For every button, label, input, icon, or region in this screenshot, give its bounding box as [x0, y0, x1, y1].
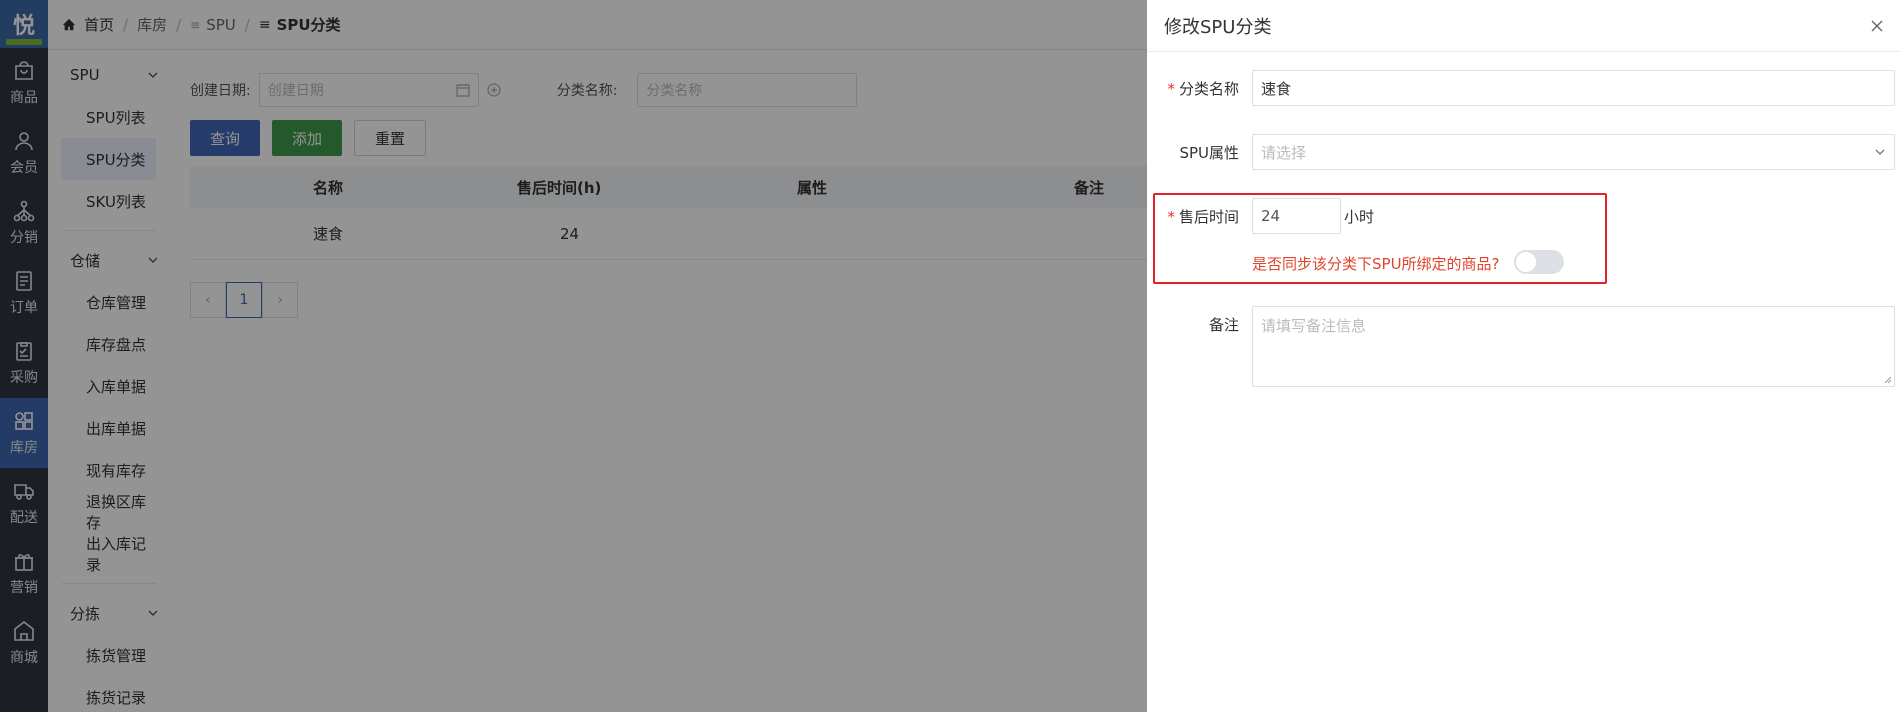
after-sale-input[interactable]: 24	[1252, 198, 1341, 234]
modal-overlay[interactable]	[0, 0, 1147, 712]
after-sale-field-label: * 售后时间	[1147, 206, 1239, 227]
drawer-header: 修改SPU分类	[1147, 0, 1901, 52]
remark-textarea[interactable]: 请填写备注信息	[1252, 306, 1895, 387]
remark-field-label: 备注	[1208, 315, 1239, 334]
attr-select[interactable]: 请选择	[1252, 134, 1895, 170]
toggle-knob	[1516, 252, 1536, 272]
required-mark: *	[1167, 207, 1175, 226]
attr-field-label: SPU属性	[1179, 143, 1239, 162]
name-field-value: 速食	[1261, 79, 1292, 98]
sync-toggle[interactable]	[1514, 250, 1564, 274]
form-row-name: * 分类名称 速食	[1147, 70, 1901, 106]
edit-category-drawer: 修改SPU分类 * 分类名称 速食 SPU属性 请选择 * 售后时间 24 小时 是…	[1147, 0, 1901, 712]
after-sale-value: 24	[1261, 207, 1281, 225]
close-icon[interactable]	[1869, 18, 1885, 34]
form-row-attr: SPU属性 请选择	[1147, 134, 1901, 170]
attr-select-placeholder: 请选择	[1261, 143, 1307, 162]
name-label-text: 分类名称	[1178, 79, 1239, 98]
form-row-after-sale: * 售后时间 24 小时	[1147, 198, 1901, 234]
name-field[interactable]: 速食	[1252, 70, 1895, 106]
resize-handle-icon[interactable]	[1884, 376, 1892, 384]
chevron-down-icon	[1875, 149, 1885, 155]
after-sale-unit: 小时	[1344, 207, 1375, 226]
name-field-label: * 分类名称	[1147, 78, 1239, 99]
drawer-title: 修改SPU分类	[1164, 16, 1272, 38]
after-sale-label-text: 售后时间	[1178, 207, 1239, 226]
required-mark: *	[1167, 79, 1175, 98]
remark-placeholder: 请填写备注信息	[1261, 317, 1367, 335]
sync-question: 是否同步该分类下SPU所绑定的商品?	[1252, 255, 1500, 273]
